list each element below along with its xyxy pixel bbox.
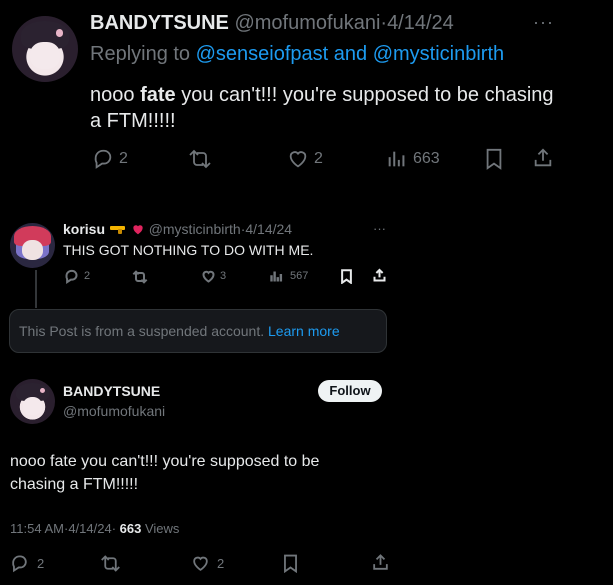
reply-users-link[interactable]: @senseiofpast and @mysticinbirth <box>196 43 505 65</box>
learn-more-link[interactable]: Learn more <box>268 323 340 339</box>
retweet-icon[interactable] <box>100 553 121 574</box>
suspended-text: This Post is from a suspended account. <box>19 323 265 339</box>
retweet-icon[interactable] <box>132 269 148 285</box>
display-name[interactable]: BANDYTSUNE <box>63 383 160 399</box>
view-count: 567 <box>290 270 309 282</box>
separator: · <box>111 521 117 536</box>
share-icon[interactable] <box>532 147 554 169</box>
more-icon[interactable]: ··· <box>533 12 554 33</box>
handle[interactable]: @mofumofukani <box>63 403 165 419</box>
bookmark-icon[interactable] <box>484 148 504 170</box>
follow-button[interactable]: Follow <box>318 380 382 402</box>
avatar[interactable] <box>10 379 55 424</box>
more-icon[interactable]: ··· <box>373 221 386 236</box>
replying-to-label: Replying to <box>90 43 191 65</box>
tweet-text-bold: fate <box>140 84 176 106</box>
like-icon[interactable] <box>201 269 216 284</box>
tweet-text-part: nooo <box>90 84 141 106</box>
display-name[interactable]: BANDYTSUNE <box>90 12 229 34</box>
reply-icon[interactable] <box>92 148 114 170</box>
bookmark-icon[interactable] <box>282 554 299 573</box>
bookmark-icon[interactable] <box>340 269 353 284</box>
retweet-icon[interactable] <box>188 147 212 171</box>
reply-count: 2 <box>119 150 128 167</box>
like-count: 2 <box>217 556 225 571</box>
views-icon[interactable] <box>386 148 408 170</box>
reply-icon[interactable] <box>10 554 29 573</box>
like-icon[interactable] <box>287 148 309 170</box>
tweet-date[interactable]: 4/14/24 <box>68 521 111 536</box>
verified-heart-icon <box>131 222 145 239</box>
timestamp[interactable]: 4/14/24 <box>387 12 454 34</box>
avatar[interactable] <box>12 16 78 82</box>
timestamp[interactable]: 4/14/24 <box>245 221 292 237</box>
tweet-text: nooo fate you can't!!! you're supposed t… <box>10 453 320 493</box>
view-count: 663 <box>413 150 440 167</box>
tweet-time[interactable]: 11:54 AM <box>10 521 64 536</box>
reply-count: 2 <box>37 556 45 571</box>
share-icon[interactable] <box>372 268 387 283</box>
handle[interactable]: @mysticinbirth <box>149 221 241 237</box>
like-icon[interactable] <box>191 554 210 573</box>
handle[interactable]: @mofumofukani <box>234 12 380 34</box>
like-count: 2 <box>314 150 323 167</box>
thread-line <box>35 270 37 308</box>
display-name[interactable]: korisu <box>63 221 105 237</box>
pistol-emoji-icon <box>109 222 127 238</box>
tweet-text: nooo fate you can't!!! you're supposed t… <box>90 82 560 134</box>
share-icon[interactable] <box>371 553 390 572</box>
views-icon[interactable] <box>269 269 284 284</box>
reply-icon[interactable] <box>64 269 79 284</box>
suspended-notice: This Post is from a suspended account. L… <box>9 309 387 353</box>
view-count: 663 <box>119 521 142 536</box>
views-label: Views <box>144 521 180 536</box>
reply-count: 2 <box>84 270 91 282</box>
like-count: 3 <box>220 270 227 282</box>
avatar[interactable] <box>10 223 55 268</box>
tweet-text: THIS GOT NOTHING TO DO WITH ME. <box>63 242 314 258</box>
